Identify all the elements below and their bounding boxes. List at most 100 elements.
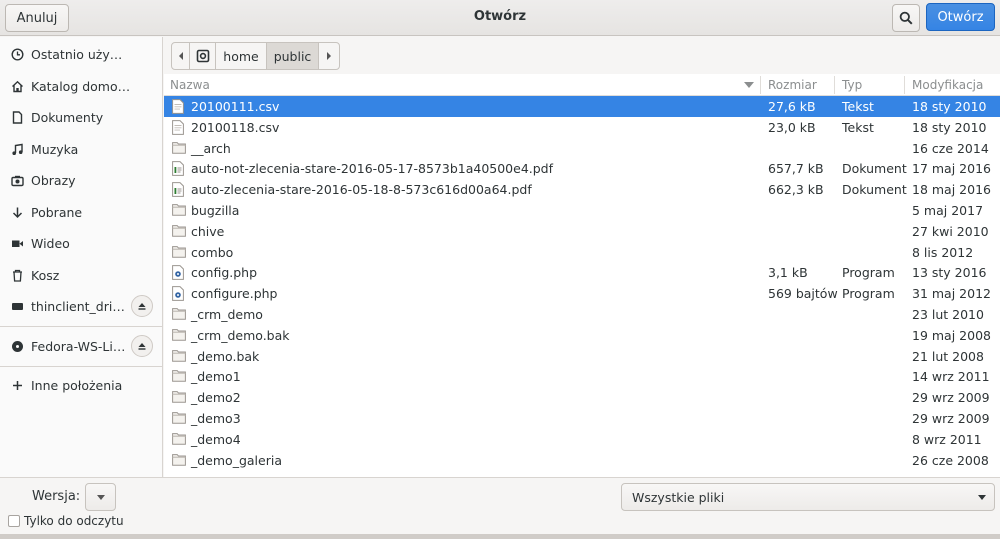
file-name: chive bbox=[191, 223, 225, 239]
table-row[interactable]: _crm_demo 23 lut 2010 bbox=[164, 304, 1000, 325]
path-root-button[interactable] bbox=[190, 43, 216, 69]
file-modified: 26 cze 2008 bbox=[912, 452, 989, 468]
table-row[interactable]: _demo2 29 wrz 2009 bbox=[164, 387, 1000, 408]
pdf-file-icon bbox=[172, 161, 186, 177]
file-name: _demo_galeria bbox=[191, 452, 282, 468]
file-modified: 21 lut 2008 bbox=[912, 348, 984, 364]
file-modified: 31 maj 2012 bbox=[912, 286, 991, 302]
file-size: 569 bajtów bbox=[768, 286, 838, 302]
sidebar-item-documents[interactable]: Dokumenty bbox=[0, 102, 163, 132]
chevron-right-icon bbox=[327, 52, 331, 60]
sidebar-item-pictures[interactable]: Obrazy bbox=[0, 165, 163, 195]
table-row[interactable]: _demo_galeria 26 cze 2008 bbox=[164, 450, 1000, 471]
file-modified: 8 wrz 2011 bbox=[912, 431, 982, 447]
file-name: _crm_demo bbox=[191, 307, 263, 322]
column-header-name[interactable]: Nazwa bbox=[170, 78, 210, 92]
path-scroll-left-button[interactable] bbox=[172, 43, 190, 69]
file-modified: 27 kwi 2010 bbox=[912, 223, 989, 239]
file-modified: 16 cze 2014 bbox=[912, 140, 989, 156]
version-label: Wersja: bbox=[32, 489, 81, 504]
column-header-size[interactable]: Rozmiar bbox=[768, 78, 817, 92]
column-header-type[interactable]: Typ bbox=[842, 78, 862, 92]
table-row[interactable]: config.php 3,1 kB Program 13 sty 2016 bbox=[164, 262, 1000, 283]
script-file-icon bbox=[172, 286, 186, 302]
file-name: _demo2 bbox=[191, 390, 241, 406]
search-button[interactable] bbox=[892, 4, 920, 32]
clock-icon bbox=[10, 47, 24, 61]
table-row[interactable]: _demo3 29 wrz 2009 bbox=[164, 408, 1000, 429]
sidebar-item-label: Inne położenia bbox=[31, 377, 123, 393]
file-name: combo bbox=[191, 244, 234, 260]
disc-icon bbox=[10, 339, 24, 353]
table-row[interactable]: auto-not-zlecenia-stare-2016-05-17-8573b… bbox=[164, 158, 1000, 179]
sidebar-item-label: Fedora-WS-Liv… bbox=[31, 338, 131, 354]
file-filter-value: Wszystkie pliki bbox=[632, 489, 725, 505]
sidebar-item-videos[interactable]: Wideo bbox=[0, 228, 163, 258]
file-name: auto-not-zlecenia-stare-2016-05-17-8573b… bbox=[191, 161, 554, 177]
sidebar-item-trash[interactable]: Kosz bbox=[0, 260, 163, 290]
disk-icon bbox=[196, 49, 209, 63]
sidebar-item-music[interactable]: Muzyka bbox=[0, 134, 163, 164]
table-row[interactable]: _demo4 8 wrz 2011 bbox=[164, 429, 1000, 450]
drive-icon bbox=[10, 299, 24, 313]
sidebar-item-fedora-live[interactable]: Fedora-WS-Liv… bbox=[0, 331, 163, 361]
file-type: Tekst bbox=[842, 99, 874, 114]
document-icon bbox=[10, 110, 24, 124]
sidebar-item-downloads[interactable]: Pobrane bbox=[0, 197, 163, 227]
table-row[interactable]: 20100118.csv 23,0 kB Tekst 18 sty 2010 bbox=[164, 117, 1000, 138]
version-dropdown[interactable] bbox=[85, 483, 116, 511]
search-icon bbox=[899, 11, 913, 25]
path-scroll-right-button[interactable] bbox=[319, 43, 339, 69]
cancel-button[interactable]: Anuluj bbox=[5, 4, 69, 32]
column-header-modified[interactable]: Modyfikacja bbox=[912, 78, 983, 92]
video-icon bbox=[10, 236, 24, 250]
file-modified: 18 sty 2010 bbox=[912, 119, 987, 135]
file-list[interactable]: Nazwa Rozmiar Typ Modyfikacja 20100111.c… bbox=[164, 74, 1000, 477]
sidebar-item-thinclient-drives[interactable]: thinclient_drives bbox=[0, 291, 163, 321]
sidebar-item-recent[interactable]: Ostatnio używane bbox=[0, 39, 163, 69]
path-segment-public[interactable]: public bbox=[267, 43, 319, 69]
file-name: bugzilla bbox=[191, 203, 240, 218]
file-name: auto-zlecenia-stare-2016-05-18-8-573c616… bbox=[191, 182, 532, 198]
folder-icon bbox=[172, 141, 186, 156]
file-name: 20100111.csv bbox=[191, 99, 280, 114]
readonly-checkbox[interactable] bbox=[8, 515, 20, 527]
file-size: 23,0 kB bbox=[768, 119, 816, 135]
file-modified: 19 maj 2008 bbox=[912, 327, 991, 343]
table-row[interactable]: _demo.bak 21 lut 2008 bbox=[164, 346, 1000, 367]
file-name: _crm_demo.bak bbox=[191, 327, 290, 343]
folder-icon bbox=[172, 432, 186, 447]
folder-icon bbox=[172, 307, 186, 322]
table-row[interactable]: auto-zlecenia-stare-2016-05-18-8-573c616… bbox=[164, 179, 1000, 200]
table-row[interactable]: _demo1 14 wrz 2011 bbox=[164, 366, 1000, 387]
table-row[interactable]: combo 8 lis 2012 bbox=[164, 242, 1000, 263]
table-row-selected[interactable]: 20100111.csv 27,6 kB Tekst 18 sty 2010 bbox=[164, 96, 1000, 117]
sort-descending-icon bbox=[744, 82, 754, 88]
places-sidebar: Ostatnio używane Katalog domowy Dokument… bbox=[0, 37, 163, 477]
open-button[interactable]: Otwórz bbox=[926, 3, 995, 31]
script-file-icon bbox=[172, 265, 186, 281]
table-row[interactable]: __arch 16 cze 2014 bbox=[164, 138, 1000, 159]
column-divider bbox=[760, 76, 761, 94]
sidebar-item-home[interactable]: Katalog domowy bbox=[0, 71, 163, 101]
file-filter-dropdown[interactable]: Wszystkie pliki bbox=[621, 483, 995, 511]
file-name: _demo3 bbox=[191, 411, 241, 426]
file-name: _demo1 bbox=[191, 369, 241, 385]
sidebar-item-other-locations[interactable]: Inne położenia bbox=[0, 370, 163, 400]
text-file-icon bbox=[172, 119, 186, 135]
eject-button[interactable] bbox=[131, 295, 153, 317]
eject-button[interactable] bbox=[131, 335, 153, 357]
eject-icon bbox=[138, 303, 146, 310]
file-modified: 29 wrz 2009 bbox=[912, 411, 990, 426]
table-row[interactable]: chive 27 kwi 2010 bbox=[164, 221, 1000, 242]
sidebar-item-label: Obrazy bbox=[31, 172, 76, 188]
dialog-title: Otwórz bbox=[473, 9, 527, 24]
table-row[interactable]: bugzilla 5 maj 2017 bbox=[164, 200, 1000, 221]
file-type: Dokument bbox=[842, 161, 907, 177]
readonly-label: Tylko do odczytu bbox=[24, 514, 124, 528]
table-row[interactable]: _crm_demo.bak 19 maj 2008 bbox=[164, 325, 1000, 346]
table-row[interactable]: configure.php 569 bajtów Program 31 maj 201… bbox=[164, 283, 1000, 304]
eject-icon bbox=[138, 343, 146, 350]
home-icon bbox=[10, 79, 24, 93]
path-segment-home[interactable]: home bbox=[216, 43, 267, 69]
